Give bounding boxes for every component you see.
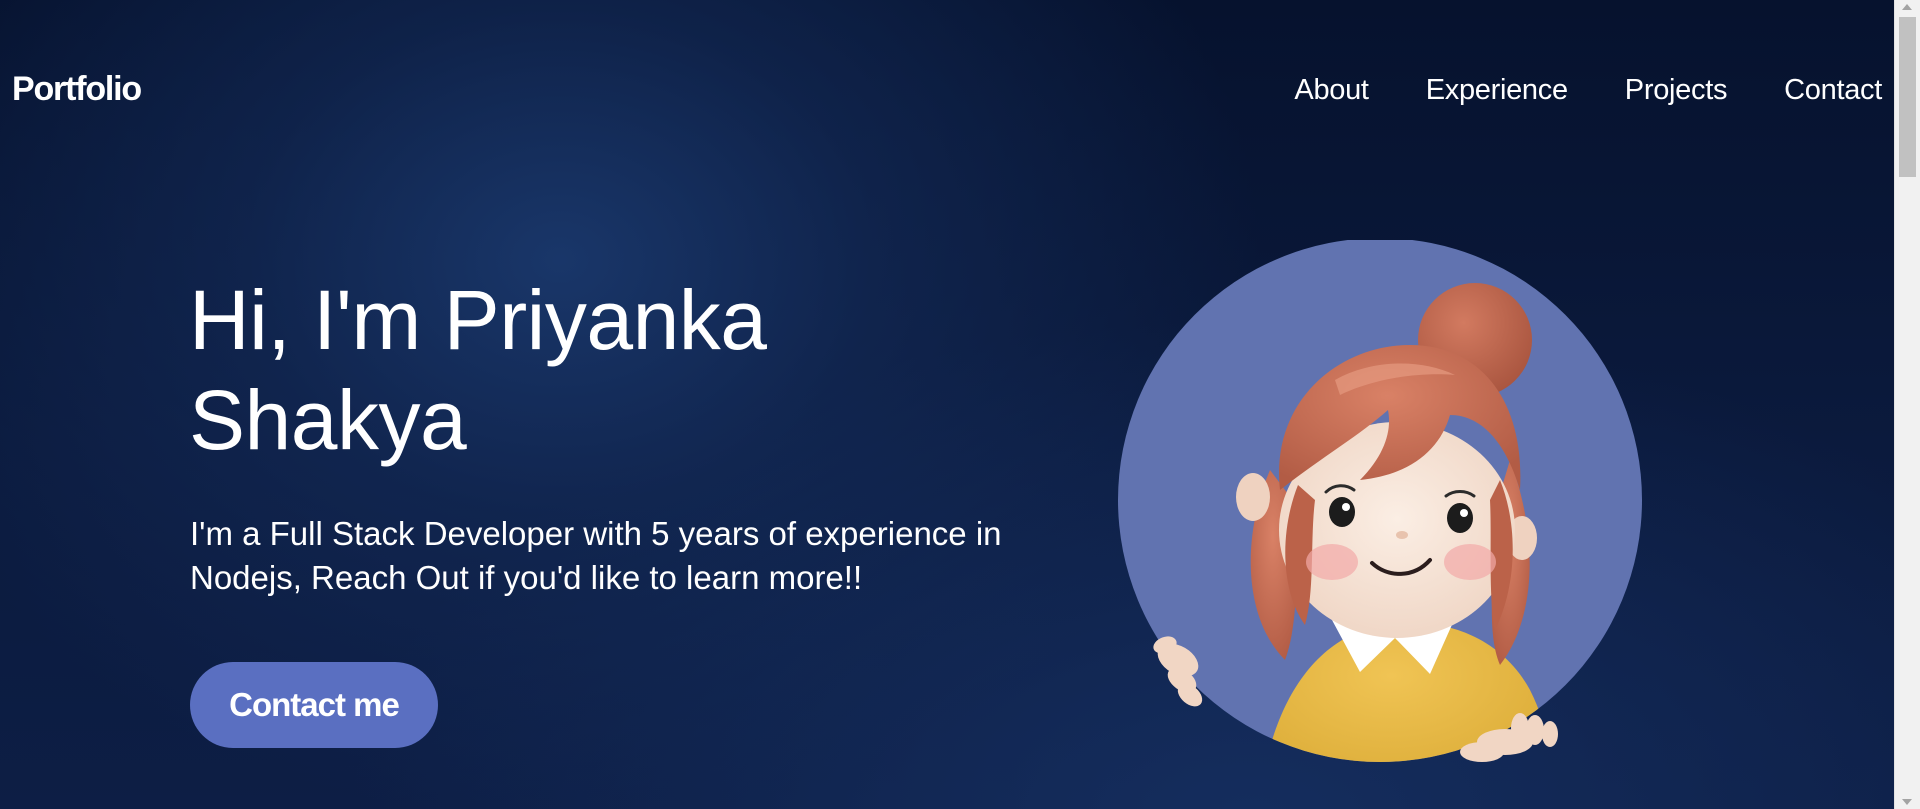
portfolio-page: Portfolio About Experience Projects Cont…	[0, 0, 1920, 809]
navbar: Portfolio About Experience Projects Cont…	[0, 0, 1895, 182]
contact-me-button[interactable]: Contact me	[190, 662, 438, 748]
scrollbar-thumb[interactable]	[1899, 17, 1916, 177]
nav-link-contact[interactable]: Contact	[1784, 74, 1882, 107]
hero-description: I'm a Full Stack Developer with 5 years …	[190, 515, 1002, 596]
nav-link-projects[interactable]: Projects	[1625, 74, 1728, 107]
scrollbar[interactable]	[1894, 0, 1920, 809]
nav-link-about[interactable]: About	[1294, 74, 1369, 107]
hero-title: Hi, I'm Priyanka Shakya	[189, 273, 767, 467]
nav-links: About Experience Projects Contact	[1294, 74, 1882, 107]
nav-link-experience[interactable]: Experience	[1426, 74, 1568, 107]
scroll-down-arrow-icon[interactable]	[1902, 799, 1912, 805]
scroll-up-arrow-icon[interactable]	[1902, 4, 1912, 10]
cartoon-girl-avatar-icon	[1118, 240, 1642, 762]
logo[interactable]: Portfolio	[12, 70, 142, 109]
